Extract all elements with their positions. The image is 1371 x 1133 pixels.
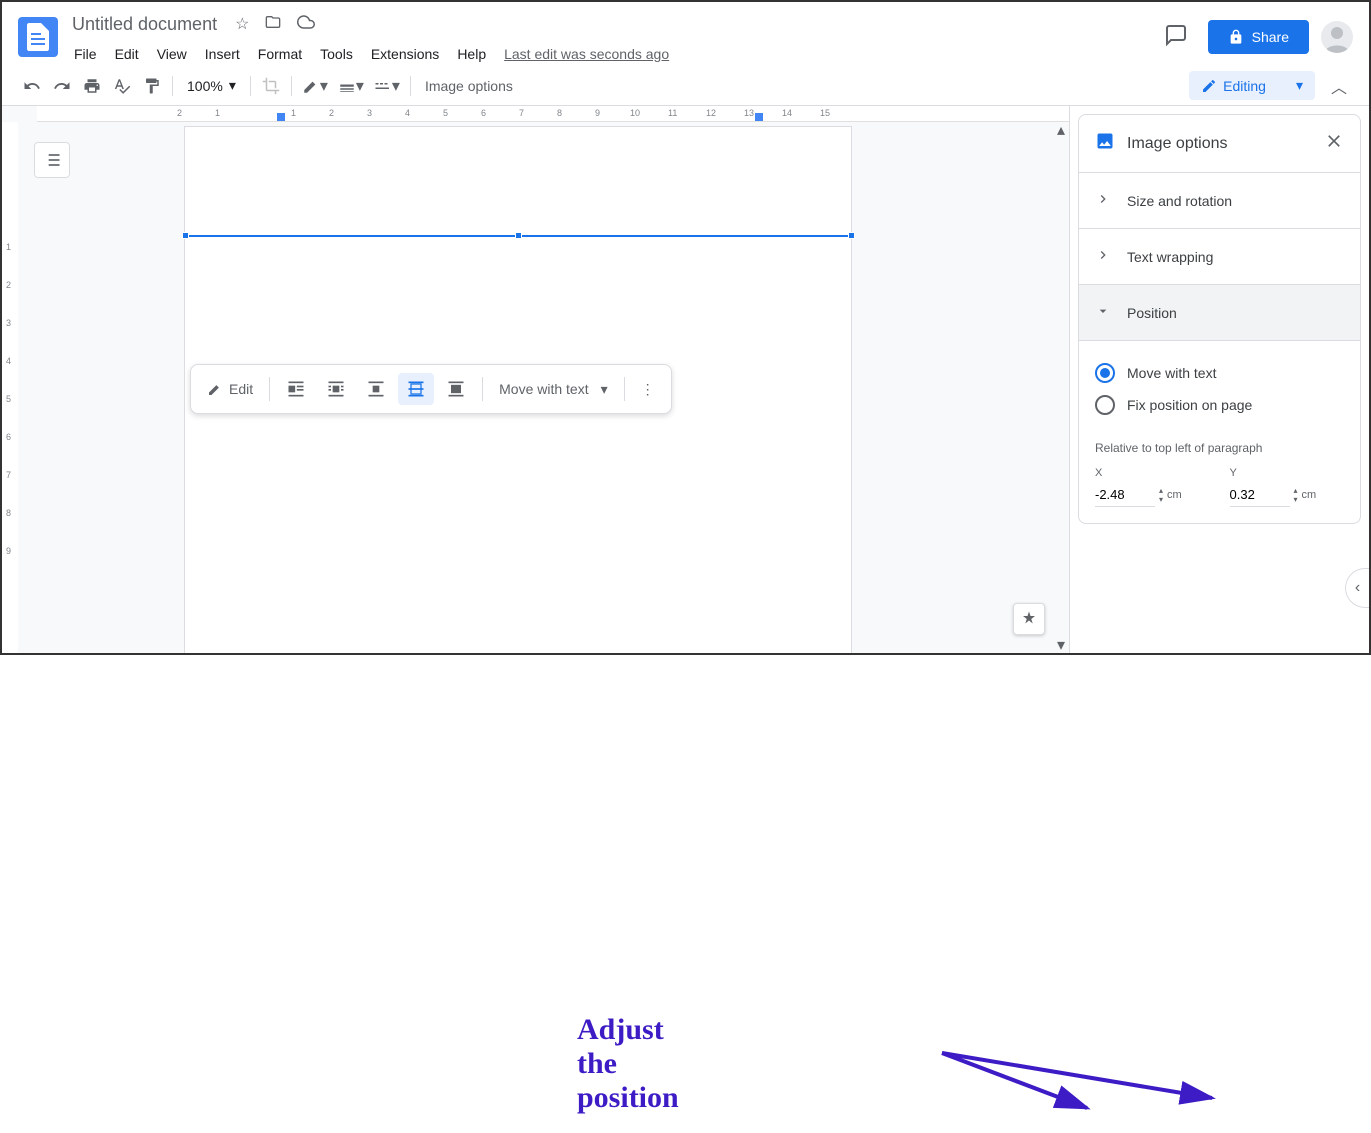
menu-view[interactable]: View bbox=[149, 42, 195, 66]
x-label: X bbox=[1095, 467, 1210, 479]
vertical-scrollbar[interactable]: ▴ ▾ bbox=[1053, 122, 1069, 653]
redo-button[interactable] bbox=[48, 71, 76, 101]
paint-format-button[interactable] bbox=[138, 71, 166, 101]
section-size-rotation[interactable]: Size and rotation bbox=[1079, 172, 1360, 228]
menu-format[interactable]: Format bbox=[250, 42, 310, 66]
toolbar-separator bbox=[482, 377, 483, 401]
star-icon[interactable]: ☆ bbox=[231, 10, 253, 38]
annotation-text: Adjust the position bbox=[577, 1013, 679, 1115]
y-stepper[interactable]: ▴▾ bbox=[1294, 486, 1298, 504]
relative-to-label: Relative to top left of paragraph bbox=[1095, 441, 1344, 455]
selected-image[interactable] bbox=[185, 235, 852, 237]
comment-history-icon[interactable] bbox=[1156, 15, 1196, 60]
x-position-input[interactable] bbox=[1095, 483, 1155, 507]
vertical-ruler[interactable]: 1 2 3 4 5 6 7 8 9 bbox=[2, 122, 18, 653]
toolbar-separator bbox=[410, 76, 411, 96]
menu-extensions[interactable]: Extensions bbox=[363, 42, 447, 66]
radio-fix-position[interactable]: Fix position on page bbox=[1095, 389, 1344, 421]
chevron-right-icon bbox=[1095, 247, 1111, 266]
cloud-status-icon[interactable] bbox=[293, 9, 319, 40]
editing-mode-dropdown[interactable]: Editing ▾ bbox=[1189, 71, 1315, 100]
wrap-behind-button[interactable] bbox=[398, 373, 434, 405]
x-unit: cm bbox=[1167, 489, 1182, 501]
right-indent-marker[interactable] bbox=[755, 113, 763, 121]
wrap-front-button[interactable] bbox=[438, 373, 474, 405]
spellcheck-button[interactable] bbox=[108, 71, 136, 101]
border-dash-button[interactable]: ▾ bbox=[370, 70, 404, 102]
toolbar-separator bbox=[624, 377, 625, 401]
scroll-up-button[interactable]: ▴ bbox=[1053, 122, 1069, 138]
explore-button[interactable] bbox=[1013, 603, 1045, 635]
radio-checked-icon bbox=[1095, 363, 1115, 383]
scroll-down-button[interactable]: ▾ bbox=[1053, 637, 1069, 653]
last-edit-link[interactable]: Last edit was seconds ago bbox=[504, 46, 669, 62]
menu-edit[interactable]: Edit bbox=[107, 42, 147, 66]
wrap-break-button[interactable] bbox=[358, 373, 394, 405]
collapse-toolbar-button[interactable]: ︿ bbox=[1325, 68, 1353, 104]
menu-file[interactable]: File bbox=[66, 42, 105, 66]
toolbar-separator bbox=[291, 76, 292, 96]
border-color-button[interactable]: ▾ bbox=[298, 70, 332, 102]
x-stepper[interactable]: ▴▾ bbox=[1159, 486, 1163, 504]
section-text-wrapping[interactable]: Text wrapping bbox=[1079, 228, 1360, 284]
resize-handle-tr[interactable] bbox=[848, 232, 855, 239]
left-indent-marker[interactable] bbox=[277, 113, 285, 121]
toolbar-separator bbox=[250, 76, 251, 96]
image-floating-toolbar: Edit Move with text ▾ ⋮ bbox=[190, 364, 672, 414]
y-label: Y bbox=[1230, 467, 1345, 479]
panel-title: Image options bbox=[1127, 135, 1312, 153]
annotation-arrow bbox=[932, 1043, 1232, 1133]
print-button[interactable] bbox=[78, 71, 106, 101]
y-unit: cm bbox=[1302, 489, 1317, 501]
zoom-dropdown[interactable]: 100% ▾ bbox=[179, 73, 244, 98]
share-label: Share bbox=[1252, 29, 1289, 45]
move-with-text-dropdown[interactable]: Move with text ▾ bbox=[491, 375, 616, 404]
user-avatar[interactable] bbox=[1321, 21, 1353, 53]
more-options-button[interactable]: ⋮ bbox=[633, 375, 663, 404]
section-position[interactable]: Position bbox=[1079, 284, 1360, 340]
resize-handle-tl[interactable] bbox=[182, 232, 189, 239]
border-weight-button[interactable]: ▾ bbox=[334, 70, 368, 102]
undo-button[interactable] bbox=[18, 71, 46, 101]
chevron-down-icon bbox=[1095, 303, 1111, 322]
toolbar-separator bbox=[269, 377, 270, 401]
document-title[interactable]: Untitled document bbox=[66, 12, 223, 37]
menu-help[interactable]: Help bbox=[449, 42, 494, 66]
wrap-text-button[interactable] bbox=[318, 373, 354, 405]
share-button[interactable]: Share bbox=[1208, 20, 1309, 54]
menu-tools[interactable]: Tools bbox=[312, 42, 361, 66]
resize-handle-tm[interactable] bbox=[515, 232, 522, 239]
menu-insert[interactable]: Insert bbox=[197, 42, 248, 66]
radio-move-with-text[interactable]: Move with text bbox=[1095, 357, 1344, 389]
toolbar-separator bbox=[172, 76, 173, 96]
move-folder-icon[interactable] bbox=[261, 10, 285, 39]
edit-image-button[interactable]: Edit bbox=[199, 375, 261, 403]
radio-unchecked-icon bbox=[1095, 395, 1115, 415]
y-position-input[interactable] bbox=[1230, 483, 1290, 507]
image-options-label[interactable]: Image options bbox=[417, 78, 521, 94]
crop-image-button[interactable] bbox=[257, 71, 285, 101]
chevron-right-icon bbox=[1095, 191, 1111, 210]
close-panel-button[interactable] bbox=[1324, 131, 1344, 156]
image-icon bbox=[1095, 131, 1115, 156]
show-outline-button[interactable] bbox=[34, 142, 70, 178]
wrap-inline-button[interactable] bbox=[278, 373, 314, 405]
horizontal-ruler[interactable]: 2 1 1 2 3 4 5 6 7 8 9 10 11 12 13 14 15 bbox=[37, 106, 1069, 122]
docs-logo[interactable] bbox=[18, 17, 58, 57]
